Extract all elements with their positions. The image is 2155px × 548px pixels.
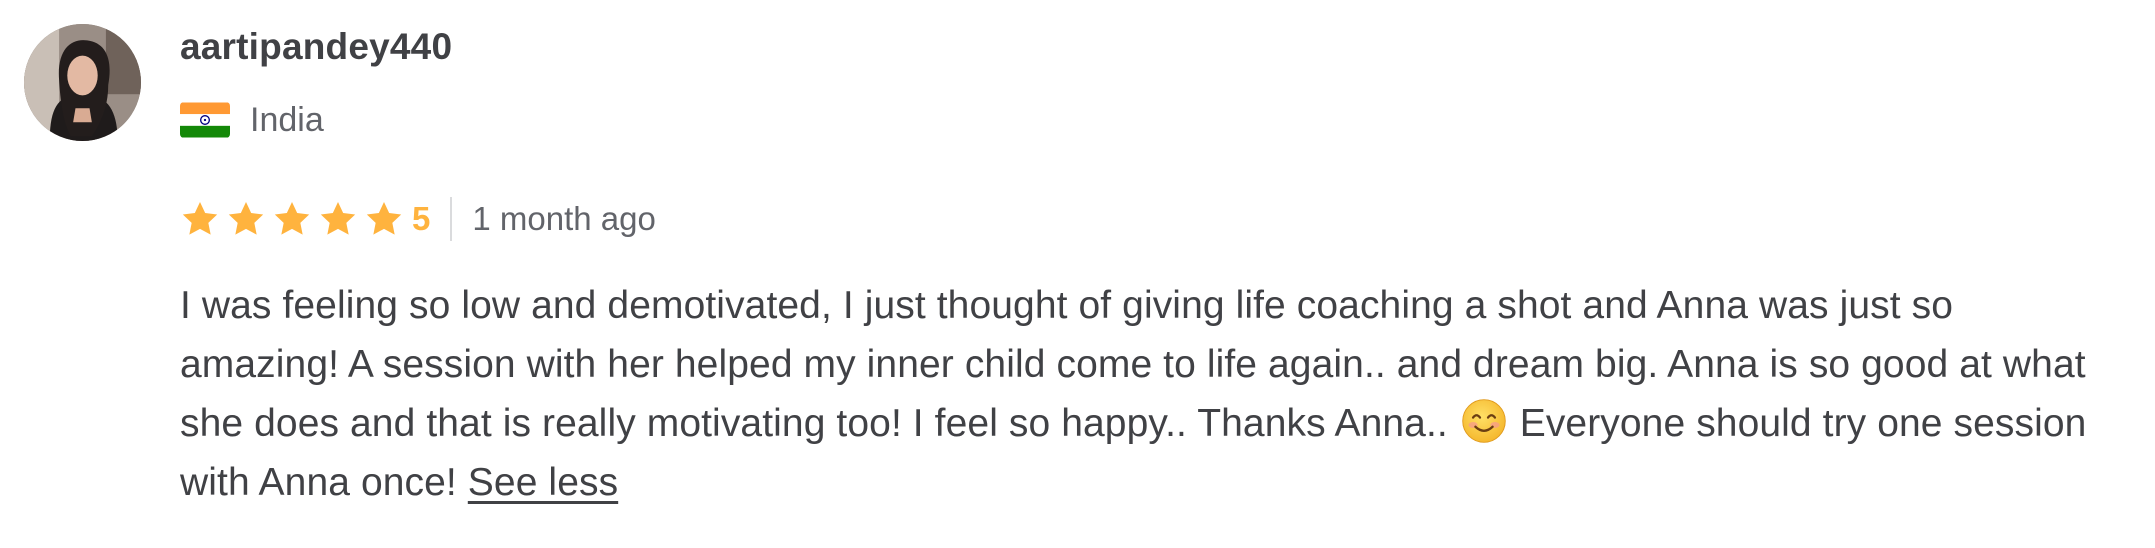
india-flag-icon (180, 102, 230, 138)
reviewer-avatar[interactable] (24, 24, 141, 141)
see-less-link[interactable]: See less (468, 461, 618, 504)
rating-divider (450, 197, 453, 241)
review-card: aartipandey440 India 5 1 month ago I was… (0, 0, 2155, 548)
rating-row: 5 1 month ago (180, 194, 656, 244)
star-icon (226, 199, 266, 239)
review-time-ago: 1 month ago (472, 200, 656, 237)
star-icon (318, 199, 358, 239)
reviewer-country: India (180, 98, 324, 142)
smiling-face-emoji-icon (1461, 398, 1507, 444)
star-icon (272, 199, 312, 239)
star-icon (364, 199, 404, 239)
star-rating (180, 199, 410, 239)
review-body: I was feeling so low and demotivated, I … (180, 276, 2110, 512)
user-avatar-photo-icon (24, 24, 141, 141)
star-icon (180, 199, 220, 239)
country-name: India (250, 101, 324, 139)
rating-value: 5 (412, 200, 431, 237)
reviewer-username[interactable]: aartipandey440 (180, 22, 452, 72)
